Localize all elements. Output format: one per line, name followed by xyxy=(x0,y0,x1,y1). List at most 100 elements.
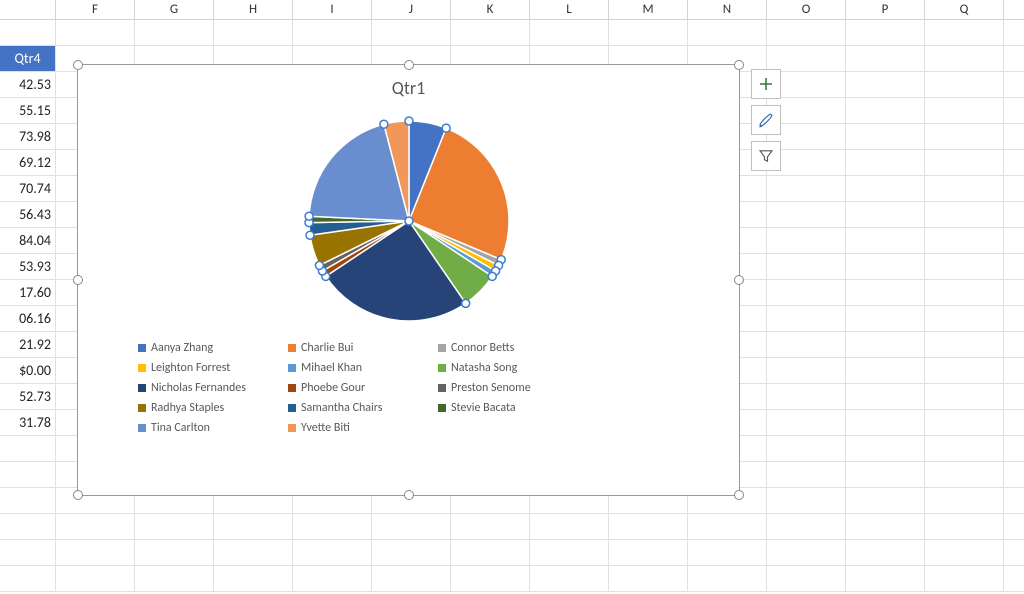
cell[interactable] xyxy=(688,514,767,539)
cell[interactable] xyxy=(846,98,925,123)
cell[interactable] xyxy=(372,540,451,565)
cell[interactable] xyxy=(846,306,925,331)
cell[interactable] xyxy=(925,332,1004,357)
cell[interactable] xyxy=(925,280,1004,305)
cell[interactable] xyxy=(1004,566,1024,591)
cell[interactable] xyxy=(767,436,846,461)
cell[interactable] xyxy=(1004,72,1024,97)
cell[interactable] xyxy=(767,488,846,513)
cell[interactable] xyxy=(925,566,1004,591)
cell[interactable] xyxy=(767,228,846,253)
cell[interactable] xyxy=(609,20,688,45)
cell[interactable] xyxy=(846,228,925,253)
cell[interactable] xyxy=(1004,228,1024,253)
cell[interactable]: 52.73 xyxy=(0,384,56,409)
cell[interactable] xyxy=(767,46,846,71)
column-header[interactable]: I xyxy=(293,0,372,19)
cell[interactable] xyxy=(1004,124,1024,149)
resize-handle-bc[interactable] xyxy=(404,490,414,500)
series-selection-handle[interactable] xyxy=(305,212,313,220)
cell[interactable] xyxy=(925,384,1004,409)
cell[interactable] xyxy=(293,566,372,591)
cell[interactable] xyxy=(0,514,56,539)
legend-item[interactable]: Natasha Song xyxy=(438,361,568,375)
cell[interactable] xyxy=(925,436,1004,461)
cell[interactable] xyxy=(925,540,1004,565)
cell[interactable] xyxy=(214,20,293,45)
cell[interactable] xyxy=(925,514,1004,539)
cell[interactable]: 55.15 xyxy=(0,98,56,123)
cell[interactable] xyxy=(846,436,925,461)
chart-legend[interactable]: Aanya ZhangCharlie BuiConnor BettsLeight… xyxy=(78,331,739,445)
series-selection-handle[interactable] xyxy=(405,217,413,225)
cell[interactable] xyxy=(1004,462,1024,487)
legend-item[interactable]: Yvette Biti xyxy=(288,421,418,435)
column-header[interactable]: L xyxy=(530,0,609,19)
cell[interactable] xyxy=(1004,488,1024,513)
cell[interactable]: $0.00 xyxy=(0,358,56,383)
cell[interactable] xyxy=(846,280,925,305)
cell[interactable] xyxy=(214,514,293,539)
series-selection-handle[interactable] xyxy=(405,117,413,125)
cell[interactable] xyxy=(56,20,135,45)
cell[interactable] xyxy=(609,566,688,591)
resize-handle-bl[interactable] xyxy=(73,490,83,500)
cell[interactable]: 17.60 xyxy=(0,280,56,305)
column-header[interactable]: Q xyxy=(925,0,1004,19)
column-header[interactable]: M xyxy=(609,0,688,19)
cell[interactable] xyxy=(0,540,56,565)
cell[interactable] xyxy=(846,384,925,409)
cell[interactable] xyxy=(925,150,1004,175)
cell[interactable] xyxy=(1004,306,1024,331)
column-header[interactable]: K xyxy=(451,0,530,19)
cell[interactable] xyxy=(846,462,925,487)
cell[interactable] xyxy=(846,20,925,45)
cell[interactable] xyxy=(0,436,56,461)
cell[interactable] xyxy=(214,566,293,591)
cell[interactable] xyxy=(925,410,1004,435)
cell[interactable] xyxy=(1004,332,1024,357)
cell[interactable] xyxy=(767,280,846,305)
cell[interactable] xyxy=(846,566,925,591)
cell[interactable] xyxy=(846,410,925,435)
cell[interactable] xyxy=(609,540,688,565)
pie-plot-area[interactable] xyxy=(78,111,739,331)
cell[interactable] xyxy=(925,254,1004,279)
cell[interactable] xyxy=(846,514,925,539)
resize-handle-tl[interactable] xyxy=(73,60,83,70)
cell[interactable] xyxy=(925,228,1004,253)
cell[interactable] xyxy=(1004,46,1024,71)
cell[interactable] xyxy=(56,514,135,539)
cell[interactable] xyxy=(925,202,1004,227)
cell[interactable]: 56.43 xyxy=(0,202,56,227)
resize-handle-br[interactable] xyxy=(734,490,744,500)
cell[interactable] xyxy=(1004,176,1024,201)
chart-filters-button[interactable] xyxy=(751,141,781,171)
cell[interactable] xyxy=(451,540,530,565)
cell[interactable]: 84.04 xyxy=(0,228,56,253)
cell[interactable] xyxy=(372,20,451,45)
cell[interactable] xyxy=(767,306,846,331)
cell[interactable]: 31.78 xyxy=(0,410,56,435)
series-selection-handle[interactable] xyxy=(488,272,496,280)
series-selection-handle[interactable] xyxy=(379,120,387,128)
cell[interactable] xyxy=(451,20,530,45)
cell[interactable] xyxy=(925,176,1004,201)
legend-item[interactable]: Nicholas Fernandes xyxy=(138,381,268,395)
chart-elements-button[interactable] xyxy=(751,69,781,99)
legend-item[interactable]: Stevie Bacata xyxy=(438,401,568,415)
cell[interactable]: 70.74 xyxy=(0,176,56,201)
cell[interactable] xyxy=(846,176,925,201)
cell[interactable] xyxy=(56,540,135,565)
cell[interactable] xyxy=(1004,358,1024,383)
cell[interactable] xyxy=(925,72,1004,97)
cell[interactable] xyxy=(846,124,925,149)
cell[interactable] xyxy=(135,514,214,539)
cell[interactable] xyxy=(135,20,214,45)
cell[interactable] xyxy=(846,540,925,565)
cell[interactable] xyxy=(1004,254,1024,279)
cell[interactable] xyxy=(293,540,372,565)
cell[interactable] xyxy=(1004,436,1024,461)
column-header[interactable]: N xyxy=(688,0,767,19)
cell[interactable] xyxy=(293,20,372,45)
